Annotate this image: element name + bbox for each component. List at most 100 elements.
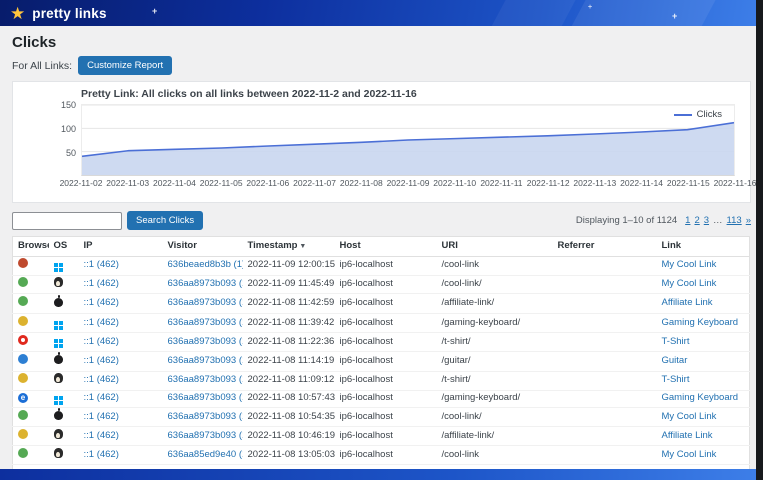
x-axis-label: 2022-11-10 [433,178,476,188]
chrome-browser-icon [18,277,28,287]
pretty-link-link[interactable]: Affiliate Link [662,297,713,308]
brand-topbar: ★ pretty links + + + [0,0,756,26]
uri-cell: /guitar/ [437,351,553,371]
linux-os-icon [54,448,63,458]
column-header-referrer[interactable]: Referrer [553,237,657,257]
visitor-link[interactable]: 636aa8973b093 (1) [168,411,243,422]
pagination-top: Displaying 1–10 of 1124123…113» [576,215,751,226]
referrer-cell [553,427,657,446]
timestamp-cell: 2022-11-08 10:57:43 [243,390,335,407]
pretty-link-link[interactable]: My Cool Link [662,259,717,270]
pretty-link-link[interactable]: Guitar [662,355,688,366]
x-axis-label: 2022-11-06 [246,178,289,188]
timestamp-cell: 2022-11-08 11:22:36 [243,333,335,352]
visitor-link[interactable]: 636aa8973b093 (1) [168,430,243,441]
pretty-link-link[interactable]: My Cool Link [662,278,717,289]
ip-link[interactable]: ::1 (462) [84,374,119,385]
column-header-timestamp[interactable]: Timestamp ▼ [243,237,335,257]
click-row: ::1 (462) 636aa8973b093 (1)2022-11-08 10:… [13,427,750,446]
x-axis-label: 2022-11-03 [106,178,149,188]
pretty-link-link[interactable]: Gaming Keyboard [662,317,739,328]
referrer-cell [553,371,657,390]
pagination-page-113[interactable]: 113 [727,215,742,226]
x-axis-label: 2022-11-04 [153,178,196,188]
clicks-table: BrowserOSIPVisitorTimestamp ▼HostURIRefe… [12,236,750,480]
topbar-facet-decoration [480,0,582,26]
pretty-link-link[interactable]: My Cool Link [662,449,717,460]
search-input[interactable] [12,212,122,230]
linux-os-icon [54,373,63,383]
ip-link[interactable]: ::1 (462) [84,449,119,460]
column-header-link[interactable]: Link [657,237,750,257]
pretty-link-link[interactable]: Gaming Keyboard [662,392,739,403]
timestamp-cell: 2022-11-08 10:46:19 [243,427,335,446]
visitor-link[interactable]: 636aa85ed9e40 (1) [168,449,243,460]
windows-os-icon [54,263,63,272]
ip-link[interactable]: ::1 (462) [84,297,119,308]
visitor-link[interactable]: 636aa8973b093 (1) [168,278,243,289]
referrer-cell [553,314,657,333]
search-clicks-button[interactable]: Search Clicks [127,211,203,230]
clicks-series-line-icon [674,114,692,116]
x-axis-label: 2022-11-15 [667,178,710,188]
page-title: Clicks [12,34,751,51]
brand-name: pretty links [32,6,106,21]
ip-link[interactable]: ::1 (462) [84,317,119,328]
visitor-link[interactable]: 636aa8973b093 (1) [168,392,243,403]
host-cell: ip6-localhost [335,333,437,352]
visitor-link[interactable]: 636aa8973b093 (1) [168,374,243,385]
column-header-uri[interactable]: URI [437,237,553,257]
column-header-ip[interactable]: IP [79,237,163,257]
visitor-link[interactable]: 636aa8973b093 (1) [168,336,243,347]
table-header: BrowserOSIPVisitorTimestamp ▼HostURIRefe… [13,237,750,257]
timestamp-cell: 2022-11-08 13:05:03 [243,446,335,465]
timestamp-cell: 2022-11-08 11:42:59 [243,294,335,314]
column-header-browser[interactable]: Browser [13,237,49,257]
referrer-cell [553,390,657,407]
ip-link[interactable]: ::1 (462) [84,355,119,366]
safari-browser-icon [18,354,28,364]
chrome-browser-icon [18,316,28,326]
pretty-link-link[interactable]: Affiliate Link [662,430,713,441]
column-header-host[interactable]: Host [335,237,437,257]
pretty-link-link[interactable]: My Cool Link [662,411,717,422]
pagination-ellipsis: … [713,215,723,226]
column-header-visitor[interactable]: Visitor [163,237,243,257]
x-axis-label: 2022-11-07 [293,178,336,188]
referrer-cell [553,407,657,427]
x-axis-label: 2022-11-13 [573,178,616,188]
pretty-link-link[interactable]: T-Shirt [662,336,690,347]
click-row: ::1 (462)636beaed8b3b (1)2022-11-09 12:0… [13,256,750,275]
ip-link[interactable]: ::1 (462) [84,336,119,347]
customize-report-button[interactable]: Customize Report [78,56,172,75]
uri-cell: /gaming-keyboard/ [437,314,553,333]
pagination-page-»[interactable]: » [746,215,751,226]
visitor-link[interactable]: 636aa8973b093 (1) [168,355,243,366]
visitor-link[interactable]: 636aa8973b093 (1) [168,297,243,308]
x-axis-label: 2022-11-08 [340,178,383,188]
windows-os-icon [54,339,63,348]
x-axis-label: 2022-11-02 [60,178,103,188]
chrome-browser-icon [18,296,28,306]
ip-link[interactable]: ::1 (462) [84,430,119,441]
column-header-os[interactable]: OS [49,237,79,257]
linux-os-icon [54,277,63,287]
pagination-page-3[interactable]: 3 [704,215,709,226]
uri-cell: /affiliate-link/ [437,427,553,446]
pagination-page-1[interactable]: 1 [685,215,690,226]
ip-link[interactable]: ::1 (462) [84,278,119,289]
timestamp-cell: 2022-11-08 11:39:42 [243,314,335,333]
click-row: ::1 (462) 636aa85ed9e40 (1)2022-11-08 13:… [13,446,750,465]
uri-cell: /cool-link [437,446,553,465]
visitor-link[interactable]: 636beaed8b3b (1) [168,259,243,270]
linux-os-icon [54,429,63,439]
visitor-link[interactable]: 636aa8973b093 (1) [168,317,243,328]
host-cell: ip6-localhost [335,371,437,390]
main-content: Clicks For All Links: Customize Report P… [0,0,763,480]
ip-link[interactable]: ::1 (462) [84,411,119,422]
ip-link[interactable]: ::1 (462) [84,259,119,270]
pagination-page-2[interactable]: 2 [694,215,699,226]
pretty-link-link[interactable]: T-Shirt [662,374,690,385]
ip-link[interactable]: ::1 (462) [84,392,119,403]
host-cell: ip6-localhost [335,390,437,407]
